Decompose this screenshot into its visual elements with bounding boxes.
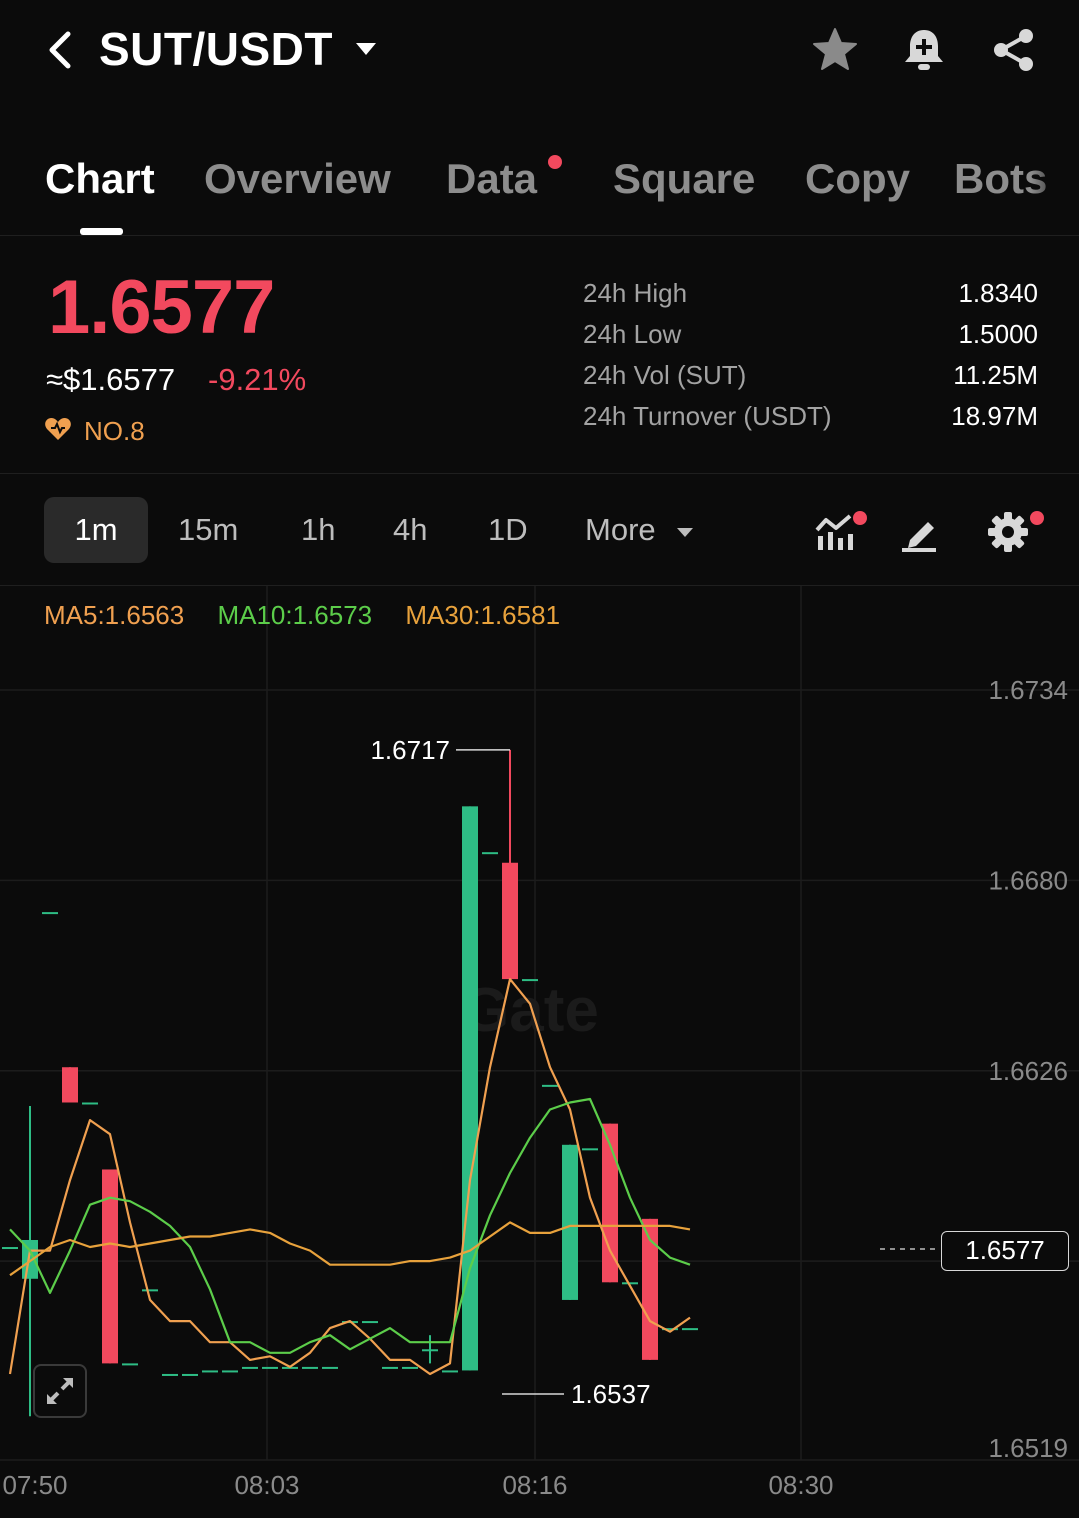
current-price-tag: 1.6577 bbox=[941, 1231, 1069, 1271]
price-change-percent: -9.21% bbox=[208, 362, 307, 397]
candle-body bbox=[142, 1289, 158, 1292]
draw-pen-icon[interactable] bbox=[898, 510, 942, 554]
indicators-icon[interactable] bbox=[812, 510, 856, 554]
timeframe-1h[interactable]: 1h bbox=[301, 497, 335, 563]
stat-value: 11.25M bbox=[953, 360, 1038, 390]
ticker-summary: 1.6577 ≈$1.6577 -9.21% NO.8 24h High 1.8… bbox=[0, 236, 1079, 474]
candle-body bbox=[182, 1373, 198, 1376]
candle-body bbox=[62, 1067, 78, 1103]
stat-row: 24h High 1.8340 bbox=[583, 278, 1038, 319]
stats-list: 24h High 1.8340 24h Low 1.5000 24h Vol (… bbox=[583, 278, 1038, 442]
candle-body bbox=[402, 1366, 418, 1369]
ma-legend: MA5:1.6563 MA10:1.6573 MA30:1.6581 bbox=[44, 600, 586, 631]
y-tick-label: 1.6519 bbox=[988, 1433, 1068, 1463]
more-label: More bbox=[585, 512, 656, 547]
tabs-fade-overlay bbox=[1031, 140, 1079, 235]
tab-data-badge bbox=[548, 155, 562, 169]
tab-data[interactable]: Data bbox=[446, 155, 537, 203]
stat-value: 18.97M bbox=[951, 401, 1038, 431]
gear-icon[interactable] bbox=[986, 510, 1030, 554]
rank-label[interactable]: NO.8 bbox=[84, 416, 145, 447]
candle-body bbox=[202, 1370, 218, 1373]
kline-chart[interactable]: Gate 1.6734 1.6680 1.6626 1.6519 07:50 08:03 0… bbox=[0, 586, 1079, 1518]
candle-body bbox=[682, 1328, 698, 1331]
indicators-badge bbox=[853, 511, 867, 525]
candle-body bbox=[122, 1363, 138, 1366]
caret-down-icon[interactable] bbox=[354, 40, 378, 58]
stat-label: 24h Turnover (USDT) bbox=[583, 401, 832, 431]
candle-body bbox=[442, 1370, 458, 1373]
x-tick-label: 08:03 bbox=[234, 1470, 299, 1500]
candle-body bbox=[582, 1148, 598, 1151]
candle-body bbox=[382, 1366, 398, 1369]
expand-icon bbox=[47, 1378, 73, 1404]
candle-body bbox=[422, 1349, 438, 1352]
candle-body bbox=[162, 1373, 178, 1376]
candle-body bbox=[482, 852, 498, 855]
candle-body bbox=[42, 912, 58, 915]
timeframe-1d[interactable]: 1D bbox=[488, 497, 528, 563]
candle-body bbox=[262, 1366, 278, 1369]
candle-body bbox=[302, 1366, 318, 1369]
tab-overview[interactable]: Overview bbox=[204, 155, 391, 203]
timeframe-1m[interactable]: 1m bbox=[44, 497, 148, 563]
stat-row: 24h Turnover (USDT) 18.97M bbox=[583, 401, 1038, 442]
candle-body bbox=[2, 1247, 18, 1250]
stat-label: 24h High bbox=[583, 278, 688, 308]
candle-body bbox=[222, 1370, 238, 1373]
kline-chart-svg[interactable]: Gate 1.6734 1.6680 1.6626 1.6519 07:50 08:03 0… bbox=[0, 586, 1079, 1518]
stat-value: 1.5000 bbox=[958, 319, 1038, 349]
candle-body bbox=[502, 862, 518, 980]
candle-body bbox=[522, 979, 538, 982]
stat-label: 24h Low bbox=[583, 319, 682, 349]
pair-title[interactable]: SUT/USDT bbox=[99, 22, 333, 76]
candle-body bbox=[242, 1366, 258, 1369]
y-tick-label: 1.6626 bbox=[988, 1056, 1068, 1086]
high-price-label: 1.6717 bbox=[370, 735, 450, 765]
star-icon[interactable] bbox=[810, 25, 860, 75]
tab-square[interactable]: Square bbox=[613, 155, 755, 203]
tab-copy[interactable]: Copy bbox=[805, 155, 910, 203]
tab-chart[interactable]: Chart bbox=[45, 155, 155, 203]
stat-value: 1.8340 bbox=[958, 278, 1038, 308]
chart-watermark: Gate bbox=[461, 976, 599, 1045]
ma5-label: MA5:1.6563 bbox=[44, 600, 185, 630]
ma10-label: MA10:1.6573 bbox=[217, 600, 373, 630]
timeframe-15m[interactable]: 15m bbox=[178, 497, 238, 563]
top-bar: SUT/USDT bbox=[0, 0, 1079, 110]
share-icon[interactable] bbox=[989, 25, 1039, 75]
chevron-left-icon[interactable] bbox=[40, 28, 80, 72]
heart-rank-icon[interactable] bbox=[44, 416, 72, 442]
timeframe-more[interactable]: More bbox=[585, 497, 694, 563]
section-tabs: Chart Overview Data Square Copy Bots bbox=[0, 140, 1079, 236]
x-tick-label: 08:30 bbox=[768, 1470, 833, 1500]
y-tick-label: 1.6734 bbox=[988, 675, 1068, 705]
ma30-label: MA30:1.6581 bbox=[405, 600, 561, 630]
usd-price: ≈$1.6577 bbox=[46, 362, 176, 397]
candle-body bbox=[82, 1102, 98, 1105]
candle-body bbox=[562, 1144, 578, 1300]
x-tick-label: 07:50 bbox=[2, 1470, 67, 1500]
stat-row: 24h Low 1.5000 bbox=[583, 319, 1038, 360]
chart-toolbar: 1m 15m 1h 4h 1D More bbox=[0, 474, 1079, 586]
tab-active-indicator bbox=[80, 228, 123, 235]
caret-down-icon bbox=[677, 527, 694, 537]
stat-label: 24h Vol (SUT) bbox=[583, 360, 747, 390]
settings-badge bbox=[1030, 511, 1044, 525]
last-price: 1.6577 bbox=[48, 265, 275, 350]
y-tick-label: 1.6680 bbox=[988, 865, 1068, 895]
x-tick-label: 08:16 bbox=[502, 1470, 567, 1500]
fullscreen-button[interactable] bbox=[33, 1364, 87, 1418]
stat-row: 24h Vol (SUT) 11.25M bbox=[583, 360, 1038, 401]
candle-body bbox=[542, 1084, 558, 1087]
candle-body bbox=[322, 1366, 338, 1369]
bell-plus-icon[interactable] bbox=[899, 25, 949, 75]
timeframe-4h[interactable]: 4h bbox=[393, 497, 427, 563]
candle-body bbox=[362, 1321, 378, 1324]
low-price-label: 1.6537 bbox=[571, 1379, 651, 1409]
